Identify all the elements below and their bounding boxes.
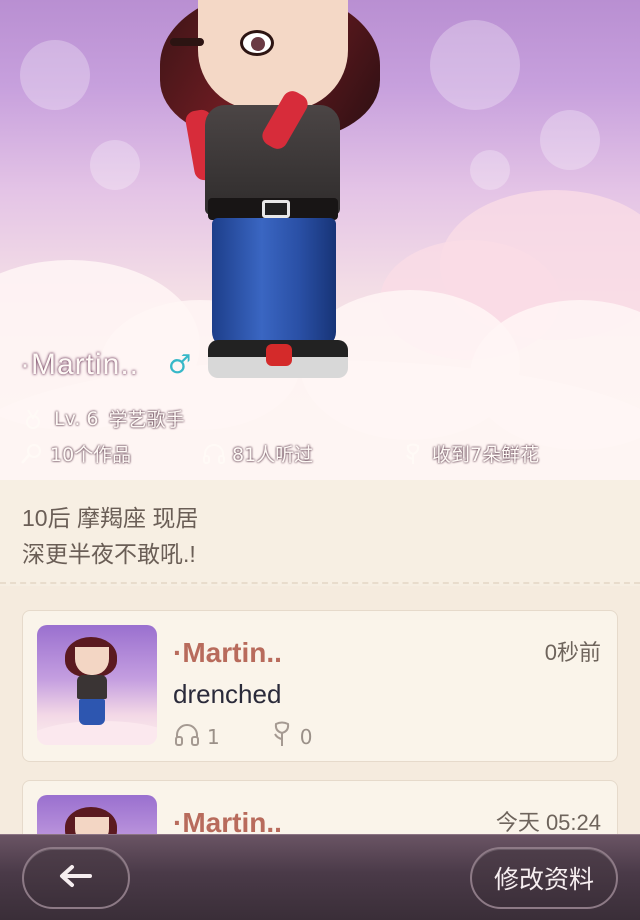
- rose-icon: [270, 721, 294, 752]
- flowers-stat[interactable]: 收到7朵鲜花: [402, 440, 539, 467]
- bottom-toolbar: 修改资料: [0, 834, 640, 920]
- work-listens: 1: [173, 722, 220, 751]
- bio-line: 10后 摩羯座 现居: [22, 505, 199, 531]
- headphones-icon: [202, 443, 225, 465]
- work-stats: 1 0: [173, 721, 362, 752]
- arrow-left-icon: [58, 864, 94, 892]
- work-author[interactable]: ·Martin..: [173, 807, 282, 836]
- work-author[interactable]: ·Martin..: [173, 637, 282, 669]
- flower-count: 0: [299, 724, 313, 749]
- work-card[interactable]: ·Martin.. 0秒前 drenched 1 0: [22, 610, 618, 762]
- flowers-count: 收到7朵鲜花: [432, 444, 540, 466]
- listeners-count: 81人听过: [232, 444, 314, 466]
- avatar-character[interactable]: [150, 0, 390, 390]
- microphone-icon: [20, 443, 42, 465]
- work-time: 0秒前: [544, 640, 601, 665]
- listen-count: 1: [207, 724, 220, 749]
- profile-bio: 10后 摩羯座 现居 深更半夜不敢吼.!: [0, 480, 640, 584]
- profile-stats: 10个作品 81人听过 收到7朵鲜花: [20, 440, 620, 470]
- medal-icon: [22, 408, 44, 430]
- works-feed: ·Martin.. 0秒前 drenched 1 0 ·Martin.. 今天 …: [0, 586, 640, 836]
- works-count: 10个作品: [50, 444, 132, 466]
- works-stat[interactable]: 10个作品: [20, 440, 131, 467]
- profile-name: ·Martin..: [20, 348, 140, 381]
- work-title[interactable]: drenched: [173, 679, 281, 710]
- work-time: 今天 05:24: [495, 810, 601, 835]
- work-card[interactable]: ·Martin.. 今天 05:24: [22, 780, 618, 836]
- bio-line: 深更半夜不敢吼.!: [22, 541, 196, 567]
- back-button[interactable]: [22, 847, 130, 909]
- level-value: Lv. 6: [54, 407, 99, 430]
- edit-profile-button[interactable]: 修改资料: [470, 847, 618, 909]
- work-thumbnail[interactable]: [37, 625, 157, 745]
- profile-header: ·Martin.. ♂ Lv. 6 学艺歌手 10个作品 81人听过 收到7朵鲜…: [0, 0, 640, 480]
- listeners-stat[interactable]: 81人听过: [202, 440, 313, 467]
- male-icon: ♂: [168, 350, 192, 380]
- work-flowers: 0: [270, 721, 313, 752]
- level-title: 学艺歌手: [108, 409, 185, 431]
- headphones-icon: [173, 722, 201, 751]
- level-row: Lv. 6 学艺歌手: [22, 405, 185, 432]
- work-thumbnail[interactable]: [37, 795, 157, 836]
- rose-icon: [402, 443, 424, 465]
